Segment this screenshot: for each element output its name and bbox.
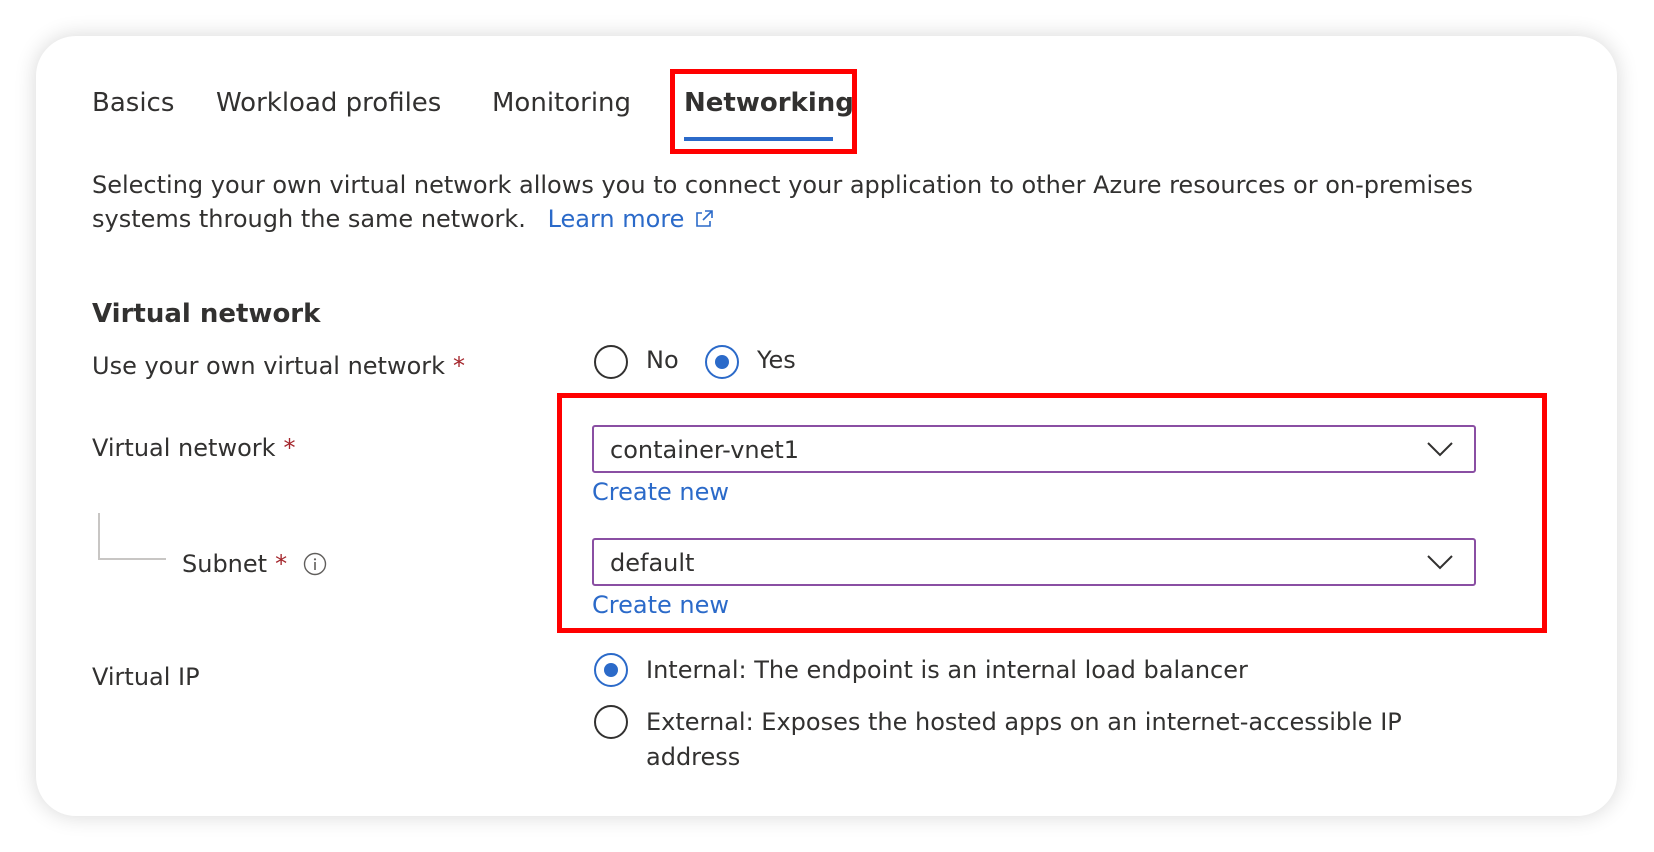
radio-internal[interactable] xyxy=(594,653,628,687)
subnet-text: Subnet xyxy=(182,550,268,578)
required-marker: * xyxy=(283,434,296,462)
tab-basics[interactable]: Basics xyxy=(92,88,174,118)
virtual-network-value: container-vnet1 xyxy=(610,436,800,464)
use-own-vnet-text: Use your own virtual network xyxy=(92,352,446,380)
external-link-icon xyxy=(696,210,713,227)
required-marker: * xyxy=(275,550,288,578)
description-line-2: systems through the same network. Learn … xyxy=(92,205,714,233)
radio-yes-label[interactable]: Yes xyxy=(757,346,796,374)
tab-workload-profiles[interactable]: Workload profiles xyxy=(216,88,441,118)
tree-connector xyxy=(98,513,166,560)
radio-yes[interactable] xyxy=(705,345,739,379)
learn-more-label: Learn more xyxy=(547,205,685,233)
radio-no[interactable] xyxy=(594,345,628,379)
radio-internal-label[interactable]: Internal: The endpoint is an internal lo… xyxy=(646,656,1248,684)
radio-no-label[interactable]: No xyxy=(646,346,679,374)
radio-external-label-line-2[interactable]: address xyxy=(646,743,740,771)
create-new-subnet-link[interactable]: Create new xyxy=(592,591,729,619)
virtual-network-dropdown[interactable]: container-vnet1 xyxy=(592,425,1476,473)
radio-external-label-line-1[interactable]: External: Exposes the hosted apps on an … xyxy=(646,708,1402,736)
tab-monitoring[interactable]: Monitoring xyxy=(492,88,631,118)
info-icon[interactable] xyxy=(303,552,327,576)
chevron-down-icon xyxy=(1427,555,1453,570)
chevron-down-icon xyxy=(1427,442,1453,457)
virtual-network-text: Virtual network xyxy=(92,434,276,462)
section-title: Virtual network xyxy=(92,299,321,329)
radio-external[interactable] xyxy=(594,705,628,739)
networking-tab-highlight xyxy=(670,69,857,154)
use-own-vnet-label: Use your own virtual network * xyxy=(92,352,465,380)
subnet-label: Subnet * xyxy=(182,550,287,578)
subnet-value: default xyxy=(610,549,695,577)
required-marker: * xyxy=(453,352,466,380)
description-line-1: Selecting your own virtual network allow… xyxy=(92,171,1473,199)
learn-more-link[interactable]: Learn more xyxy=(548,205,715,233)
virtual-ip-label: Virtual IP xyxy=(92,663,200,691)
subnet-dropdown[interactable]: default xyxy=(592,538,1476,586)
description-text: systems through the same network. xyxy=(92,205,526,233)
create-new-vnet-link[interactable]: Create new xyxy=(592,478,729,506)
virtual-network-label: Virtual network * xyxy=(92,434,296,462)
